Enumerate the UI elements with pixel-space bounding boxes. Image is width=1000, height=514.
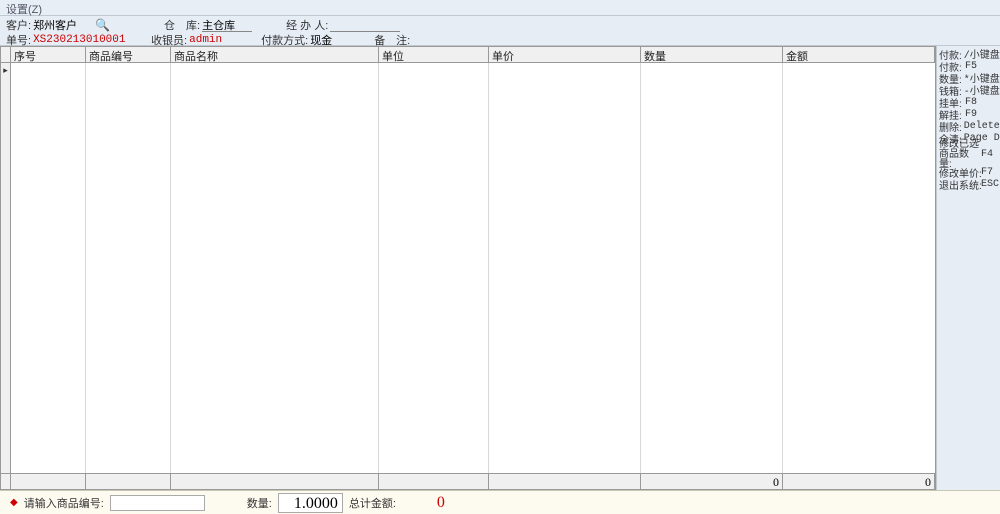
warehouse-label: 仓 库: [164,17,200,33]
col-amount[interactable]: 金额 [783,47,935,62]
billno-value: XS230213010001 [33,34,125,46]
data-grid[interactable]: 序号 商品编号 商品名称 单位 单价 数量 金额 ▸ [0,46,936,490]
paymethod-input[interactable] [310,34,350,47]
prompt-label: 请输入商品编号: [24,495,104,511]
footer-amount: 0 [783,474,935,489]
col-name[interactable]: 商品名称 [171,47,379,62]
shortcut-panel: 付款:/小键盘 付款:F5 数量:*小键盘 钱箱:-小键盘 挂单:F8 解挂:F… [936,46,1000,490]
menu-bar[interactable]: 设置(Z) [0,0,1000,16]
sc-modprice-key: F7 [981,167,993,178]
sc-exit-label: 退出系统: [939,177,979,192]
sc-delete-key: Delete [964,121,1000,132]
footer-bar: ◆ 请输入商品编号: 数量: 1.0000 总计金额: 0 [0,490,1000,514]
total-value: 0 [437,494,445,512]
customer-label: 客户: [6,17,31,33]
col-price[interactable]: 单价 [489,47,641,62]
sc-hold-key: F8 [965,97,977,108]
qty-display[interactable]: 1.0000 [278,493,343,513]
cashier-value: admin [189,34,229,46]
grid-footer-row: 0 0 [1,473,935,489]
header-panel: 客户: 郑州客户 🔍 仓 库: 经 办 人: 单号: XS23021301000… [0,16,1000,46]
total-label: 总计金额: [349,495,396,511]
col-unit[interactable]: 单位 [379,47,489,62]
customer-value[interactable]: 郑州客户 [33,17,93,33]
current-row-indicator-icon: ▸ [1,63,10,76]
menu-settings[interactable]: 设置(Z) [6,4,42,16]
sc-modsel-key: F4 [981,150,993,160]
warehouse-input[interactable] [202,19,252,32]
diamond-icon: ◆ [10,497,18,508]
sc-unhold-key: F9 [965,109,977,120]
handler-label: 经 办 人: [286,17,328,33]
qty-label: 数量: [247,495,272,511]
footer-qty: 0 [641,474,783,489]
grid-body[interactable]: ▸ [1,63,935,473]
handler-input[interactable] [330,19,400,32]
remark-input[interactable] [412,34,662,47]
search-icon[interactable]: 🔍 [95,18,110,32]
sc-exit-key: ESC [981,179,999,190]
col-seq[interactable]: 序号 [11,47,86,62]
product-code-input[interactable] [110,495,205,511]
col-code[interactable]: 商品编号 [86,47,171,62]
grid-header-row: 序号 商品编号 商品名称 单位 单价 数量 金额 [1,47,935,63]
col-qty[interactable]: 数量 [641,47,783,62]
